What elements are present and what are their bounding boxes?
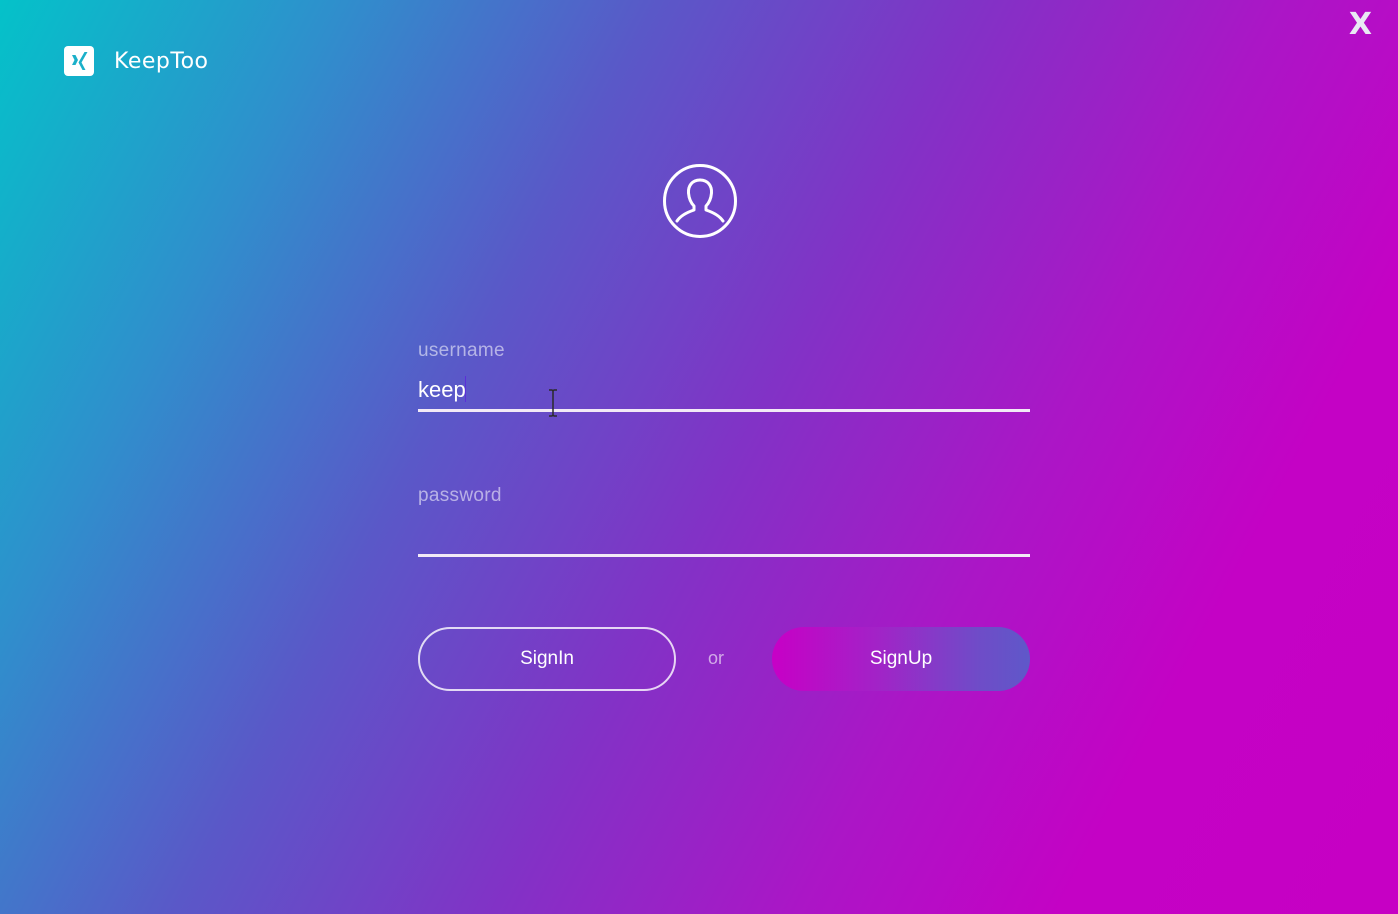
login-window: KeepToo X username password SignIn or Si… — [0, 0, 1398, 914]
username-input[interactable] — [418, 372, 1030, 412]
text-cursor-icon — [548, 389, 558, 422]
or-separator: or — [708, 648, 725, 668]
signup-button[interactable]: SignUp — [772, 627, 1030, 691]
app-brand: KeepToo — [64, 46, 209, 76]
password-input[interactable] — [418, 517, 1030, 557]
app-title: KeepToo — [114, 48, 209, 74]
xing-logo-icon — [64, 46, 94, 76]
username-label: username — [418, 340, 505, 361]
username-field: username — [418, 340, 1030, 412]
password-field: password — [418, 485, 1030, 557]
text-caret — [465, 376, 466, 402]
user-avatar-icon — [662, 163, 738, 239]
password-label: password — [418, 485, 502, 506]
signin-button[interactable]: SignIn — [418, 627, 676, 691]
close-button[interactable]: X — [1349, 10, 1372, 40]
